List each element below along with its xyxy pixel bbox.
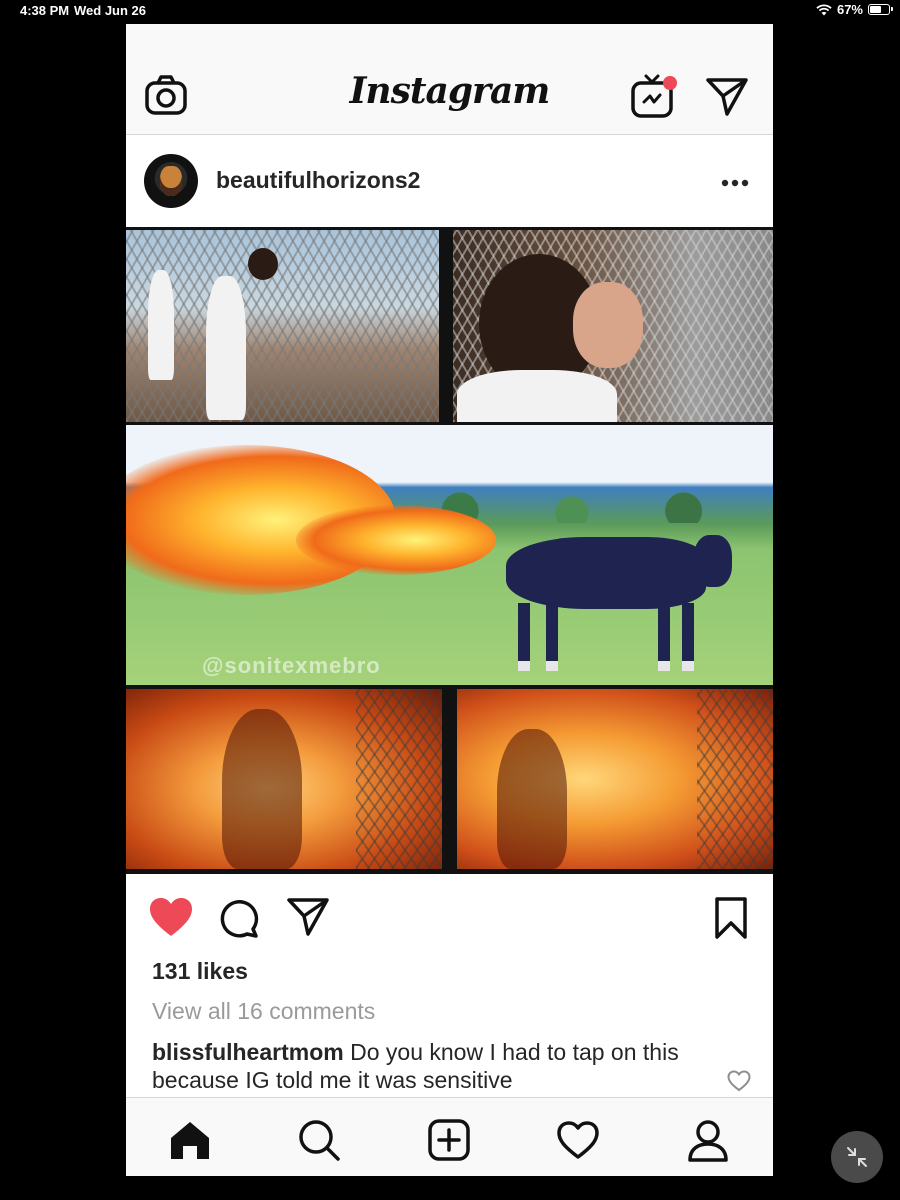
status-bar: 4:38 PM Wed Jun 26 67%: [0, 0, 900, 22]
comment: blissfulheartmom Do you know I had to ta…: [152, 1038, 712, 1094]
collage-panel-bottom-left: [126, 689, 442, 869]
photo-flame: [296, 505, 496, 575]
photo-cow-head: [694, 535, 732, 587]
nav-search[interactable]: [297, 1118, 341, 1162]
bottom-nav: [126, 1097, 773, 1176]
photo-cow: [506, 537, 706, 609]
wifi-icon: [816, 3, 832, 15]
photo-cow-leg: [682, 603, 694, 671]
photo-figure: [148, 270, 174, 380]
nav-home[interactable]: [168, 1118, 212, 1162]
nav-activity[interactable]: [556, 1118, 600, 1162]
photo-cow-leg: [546, 603, 558, 671]
comment-username[interactable]: blissfulheartmom: [152, 1039, 344, 1065]
collage-panel-middle: @sonitexmebro: [126, 425, 773, 685]
photo-silhouette: [497, 729, 567, 869]
photo-hair: [248, 248, 278, 280]
photo-shirt: [457, 370, 617, 422]
avatar[interactable]: [144, 154, 198, 208]
activity-heart-icon: [557, 1121, 599, 1159]
image-watermark: @sonitexmebro: [202, 653, 381, 678]
notification-dot: [663, 76, 677, 90]
post-username[interactable]: beautifulhorizons2: [216, 167, 420, 194]
nav-profile[interactable]: [686, 1118, 730, 1162]
photo-face: [573, 282, 643, 368]
photo-silhouette: [222, 709, 302, 869]
bookmark-icon[interactable]: [713, 896, 749, 940]
battery-icon: [868, 4, 893, 15]
add-post-icon: [428, 1119, 470, 1161]
share-icon[interactable]: [286, 896, 330, 936]
status-date: Wed Jun 26: [74, 3, 147, 18]
battery-fill: [870, 6, 881, 13]
profile-icon: [688, 1120, 728, 1162]
status-time: 4:38 PM: [20, 3, 70, 18]
like-heart-icon[interactable]: [148, 896, 194, 938]
avatar-face: [160, 166, 182, 196]
battery-percent: 67%: [836, 2, 863, 17]
photo-fence: [356, 689, 442, 869]
photo-cow-leg: [658, 603, 670, 671]
post-actions: [126, 874, 773, 960]
likes-count[interactable]: 131 likes: [152, 958, 248, 985]
search-icon: [299, 1120, 340, 1161]
collage-panel-top-left: [126, 230, 439, 422]
more-options-icon[interactable]: [721, 179, 749, 187]
comment-like-icon[interactable]: [727, 1070, 751, 1092]
restore-button[interactable]: [831, 1131, 883, 1183]
photo-cow-leg: [518, 603, 530, 671]
photo-fence: [697, 689, 773, 869]
igtv-icon[interactable]: [630, 72, 680, 120]
collage-panel-top-right: [453, 230, 773, 422]
post-header: beautifulhorizons2: [126, 135, 773, 227]
home-icon: [171, 1122, 209, 1159]
paper-plane-icon[interactable]: [705, 76, 749, 116]
instagram-app: Instagram beautifulhorizons2 @sonitexmeb…: [126, 24, 773, 1176]
post-image[interactable]: @sonitexmebro: [126, 227, 773, 874]
comment-icon[interactable]: [218, 898, 260, 938]
collage-panel-bottom-right: [457, 689, 773, 869]
view-comments-link[interactable]: View all 16 comments: [152, 998, 375, 1025]
photo-figure: [206, 276, 246, 420]
nav-add-post[interactable]: [427, 1118, 471, 1162]
top-bar: Instagram: [126, 24, 773, 135]
arrows-in-icon: [847, 1147, 867, 1167]
status-right: 67%: [816, 2, 893, 17]
